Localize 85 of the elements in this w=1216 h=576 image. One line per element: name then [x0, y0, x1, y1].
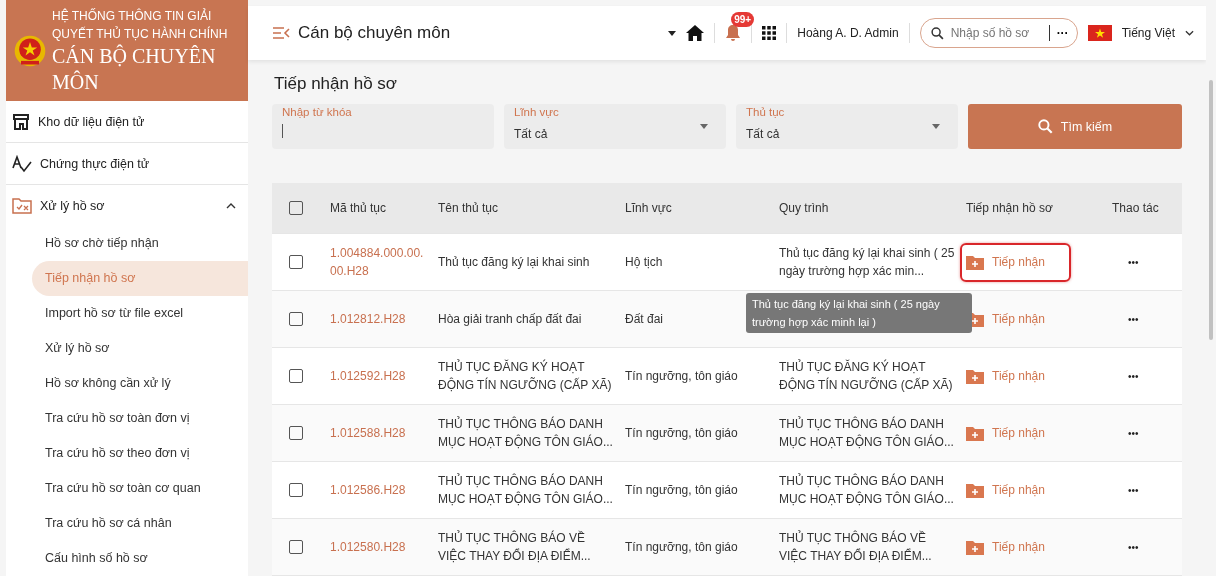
- nav-subitem[interactable]: Xử lý hồ sơ: [6, 331, 248, 366]
- signature-icon: [12, 154, 32, 173]
- language-selector[interactable]: Tiếng Việt: [1121, 26, 1175, 40]
- table-cell: THỦ TỤC THÔNG BÁO DANH MỤC HOẠT ĐỘNG TÔN GIÁO...: [438, 474, 613, 506]
- apps-grid-icon[interactable]: [762, 26, 777, 40]
- tooltip: Thủ tục đăng ký lại khai sinh ( 25 ngày trường hợp xác minh lại ): [746, 293, 972, 333]
- more-actions-button[interactable]: •••: [1122, 427, 1145, 440]
- nav-item[interactable]: Kho dữ liệu điện tử: [6, 101, 248, 143]
- search-icon: [1037, 119, 1053, 134]
- nav-subitem[interactable]: Cấu hình số hồ sơ: [6, 541, 248, 576]
- table-cell: Tín ngưỡng, tôn giáo: [625, 540, 738, 554]
- user-name[interactable]: Hoàng A. D. Admin: [797, 26, 899, 40]
- nav-item[interactable]: Chứng thực điện tử: [6, 143, 248, 185]
- dropdown-caret-icon: [932, 124, 940, 129]
- page-title: Tiếp nhận hồ sơ: [274, 74, 398, 94]
- table-cell: Tín ngưỡng, tôn giáo: [625, 369, 738, 383]
- row-checkbox[interactable]: [289, 540, 303, 554]
- app-title: Cán bộ chuyên môn: [298, 23, 451, 43]
- column-header: Thao tác: [1112, 200, 1160, 217]
- column-header: Tiếp nhận hồ sơ: [966, 200, 1054, 217]
- search-icon: [930, 26, 944, 40]
- procedure-code[interactable]: 1.012586.H28: [330, 481, 438, 499]
- table-cell: Đất đai: [625, 312, 664, 326]
- procedure-code[interactable]: 1.004884.000.00.00.H28: [330, 244, 438, 280]
- nav-subitem[interactable]: Tra cứu hồ sơ theo đơn vị: [6, 436, 248, 471]
- store-icon: [12, 113, 30, 130]
- folder-plus-icon: [966, 425, 984, 441]
- folder-plus-icon: [966, 368, 984, 384]
- notification-badge: 99+: [731, 12, 755, 27]
- table-cell: THỦ TỤC THÔNG BÁO VỀ VIỆC THAY ĐỔI ĐỊA ĐIỂM...: [438, 531, 591, 563]
- system-name: HỆ THỐNG THÔNG TIN GIẢI QUYẾT THỦ TỤC HÀNH CHÍNH: [52, 7, 229, 43]
- flag-icon: [1087, 25, 1112, 41]
- chevron-icon: [226, 202, 236, 209]
- table-cell: THỦ TỤC THÔNG BÁO VỀ VIỆC THAY ĐỔI ĐỊA ĐIỂM...: [779, 531, 932, 563]
- dropdown-caret-icon: [700, 124, 708, 129]
- caret-icon[interactable]: [668, 30, 677, 36]
- row-checkbox[interactable]: [289, 483, 303, 497]
- column-header: Tên thủ tục: [438, 200, 500, 217]
- nav-subitem[interactable]: Hồ sơ chờ tiếp nhận: [6, 226, 248, 261]
- chevron-icon[interactable]: [1185, 30, 1194, 36]
- table-cell: Tín ngưỡng, tôn giáo: [625, 426, 738, 440]
- table-cell: THỦ TỤC THÔNG BÁO DANH MỤC HOẠT ĐỘNG TÔN GIÁO...: [779, 474, 954, 506]
- nav-subitem[interactable]: Hồ sơ không cần xử lý: [6, 366, 248, 401]
- column-header: Quy trình: [779, 200, 830, 217]
- table-cell: THỦ TỤC THÔNG BÁO DANH MỤC HOẠT ĐỘNG TÔN GIÁO...: [438, 417, 613, 449]
- home-icon[interactable]: [686, 25, 705, 41]
- row-checkbox[interactable]: [289, 426, 303, 440]
- table-cell: THỦ TỤC THÔNG BÁO DANH MỤC HOẠT ĐỘNG TÔN GIÁO...: [779, 417, 954, 449]
- row-checkbox[interactable]: [289, 255, 303, 269]
- procedure-code[interactable]: 1.012580.H28: [330, 538, 438, 556]
- nav-subitem[interactable]: Tra cứu hồ sơ toàn cơ quan: [6, 471, 248, 506]
- table-cell: THỦ TỤC ĐĂNG KÝ HOẠT ĐỘNG TÍN NGƯỠNG (CẤP XÃ): [438, 360, 612, 392]
- nav-item[interactable]: Xử lý hồ sơ: [6, 185, 248, 226]
- more-actions-button[interactable]: •••: [1122, 313, 1145, 326]
- bell-icon[interactable]: [725, 24, 742, 42]
- column-header: Lĩnh vực: [625, 200, 673, 217]
- folder-plus-icon: [966, 482, 984, 498]
- folder-icon: [12, 197, 32, 214]
- table-cell: Hòa giải tranh chấp đất đai: [438, 312, 582, 326]
- procedure-code[interactable]: 1.012812.H28: [330, 310, 438, 328]
- nav-subitem[interactable]: Tra cứu hồ sơ toàn đơn vị: [6, 401, 248, 436]
- dropdown-field[interactable]: Thủ tục Tất cả: [736, 104, 958, 149]
- table-cell: Thủ tục đăng ký lại khai sinh: [438, 255, 590, 269]
- folder-plus-icon: [966, 254, 984, 270]
- nav-subitem[interactable]: Tra cứu hồ sơ cá nhân: [6, 506, 248, 541]
- row-checkbox[interactable]: [289, 312, 303, 326]
- table-cell: Hộ tịch: [625, 255, 663, 269]
- dropdown-field[interactable]: Lĩnh vực Tất cả: [504, 104, 726, 149]
- procedure-code[interactable]: 1.012588.H28: [330, 424, 438, 442]
- more-button[interactable]: ···: [1054, 26, 1071, 40]
- row-checkbox[interactable]: [289, 369, 303, 383]
- more-actions-button[interactable]: •••: [1122, 484, 1145, 497]
- menu-icon[interactable]: [272, 27, 290, 39]
- folder-plus-icon: [966, 539, 984, 555]
- column-header: Mã thủ tục: [330, 200, 388, 217]
- nav-subitem[interactable]: Import hồ sơ từ file excel: [6, 296, 248, 331]
- more-actions-button[interactable]: •••: [1122, 370, 1145, 383]
- procedure-code[interactable]: 1.012592.H28: [330, 367, 438, 385]
- table-cell: Thủ tục đăng ký lại khai sinh ( 25 ngày trường hợp xác min...: [779, 246, 955, 278]
- select-all-checkbox[interactable]: [289, 201, 303, 215]
- table-cell: THỦ TỤC ĐĂNG KÝ HOẠT ĐỘNG TÍN NGƯỠNG (CẤP XÃ): [779, 360, 953, 392]
- more-actions-button[interactable]: •••: [1122, 541, 1145, 554]
- portal-title: CÁN BỘ CHUYÊN MÔN: [52, 43, 217, 95]
- table-cell: Tín ngưỡng, tôn giáo: [625, 483, 738, 497]
- more-actions-button[interactable]: •••: [1122, 256, 1145, 269]
